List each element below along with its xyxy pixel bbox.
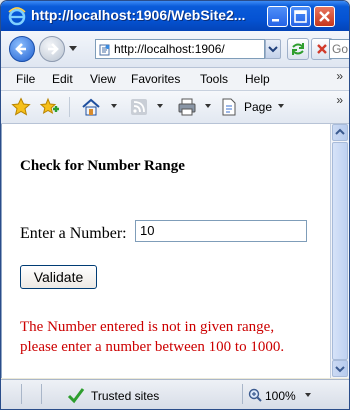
ie-logo-icon — [8, 7, 26, 26]
browser-window: http://localhost:1906/WebSite2... http:/… — [0, 0, 350, 410]
menu-overflow-chevron-icon[interactable]: » — [336, 69, 343, 83]
page-content: Check for Number Range Enter a Number: 1… — [1, 124, 330, 378]
window-title: http://localhost:1906/WebSite2... — [31, 7, 246, 23]
page-menu-icon[interactable] — [219, 97, 239, 117]
page-menu-label[interactable]: Page — [244, 100, 272, 114]
page-heading: Check for Number Range — [20, 158, 185, 174]
zoom-dropdown-arrow-icon[interactable] — [305, 393, 311, 397]
security-zone-label[interactable]: Trusted sites — [91, 389, 159, 403]
close-icon — [319, 11, 330, 22]
page-icon — [99, 44, 110, 56]
address-url: http://localhost:1906/ — [114, 42, 225, 56]
menu-bar: File Edit View Favorites Tools Help » — [1, 68, 349, 91]
zoom-icon — [248, 388, 262, 402]
back-arrow-icon — [15, 43, 26, 55]
back-button[interactable] — [9, 36, 35, 62]
vertical-scrollbar[interactable] — [330, 124, 349, 378]
status-separator — [41, 384, 42, 404]
print-icon[interactable] — [177, 97, 197, 117]
command-toolbar: Page » — [1, 91, 349, 124]
validate-button[interactable]: Validate — [20, 265, 97, 289]
menu-edit[interactable]: Edit — [52, 72, 73, 86]
search-input[interactable]: Go — [329, 39, 349, 59]
close-button[interactable] — [314, 6, 335, 27]
print-dropdown-arrow-icon[interactable] — [205, 104, 211, 108]
status-separator — [21, 384, 22, 404]
favorites-star-icon[interactable] — [11, 97, 31, 117]
minimize-button[interactable] — [267, 6, 288, 27]
forward-button[interactable] — [39, 36, 65, 62]
title-bar: http://localhost:1906/WebSite2... — [1, 1, 349, 31]
scroll-up-arrow-icon — [335, 128, 345, 135]
maximize-button[interactable] — [290, 6, 311, 27]
number-input[interactable]: 10 — [135, 220, 307, 242]
minimize-icon — [272, 19, 279, 22]
scroll-up-button[interactable] — [332, 124, 348, 141]
recent-pages-arrow-icon[interactable] — [69, 46, 77, 52]
page-dropdown-arrow-icon[interactable] — [278, 104, 284, 108]
rss-feed-icon[interactable] — [129, 97, 149, 117]
toolbar-separator — [69, 97, 70, 117]
status-separator — [242, 384, 243, 404]
scroll-down-button[interactable] — [332, 360, 348, 377]
menu-view[interactable]: View — [90, 72, 116, 86]
scroll-thumb[interactable] — [332, 142, 348, 360]
feed-dropdown-arrow-icon[interactable] — [157, 104, 163, 108]
zoom-level[interactable]: 100% — [265, 389, 296, 403]
navigation-bar: http://localhost:1906/ Go — [1, 31, 349, 68]
number-label: Enter a Number: — [20, 225, 127, 242]
forward-arrow-icon — [48, 43, 59, 55]
menu-favorites[interactable]: Favorites — [131, 72, 180, 86]
check-icon — [67, 388, 85, 404]
refresh-icon — [292, 43, 304, 55]
home-dropdown-arrow-icon[interactable] — [111, 104, 117, 108]
scroll-down-arrow-icon — [335, 366, 345, 373]
address-field[interactable]: http://localhost:1906/ — [95, 39, 265, 59]
menu-tools[interactable]: Tools — [200, 72, 228, 86]
refresh-button[interactable] — [287, 38, 309, 60]
menu-file[interactable]: File — [16, 72, 35, 86]
status-bar: Trusted sites 100% — [1, 379, 349, 409]
dropdown-arrow-icon — [268, 46, 278, 53]
address-dropdown-button[interactable] — [265, 39, 281, 59]
menu-help[interactable]: Help — [245, 72, 270, 86]
add-favorite-icon[interactable] — [39, 97, 59, 117]
toolbar-overflow-chevron-icon[interactable]: » — [336, 93, 343, 107]
error-message: The Number entered is not in given range… — [20, 319, 285, 355]
maximize-icon — [294, 10, 307, 23]
home-icon[interactable] — [81, 97, 101, 117]
